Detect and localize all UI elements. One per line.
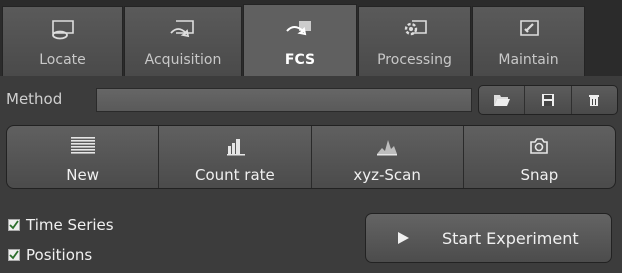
processing-icon [404, 20, 427, 36]
trash-icon [589, 95, 600, 106]
maintain-icon [519, 20, 539, 36]
xyz-scan-label: xyz-Scan [353, 166, 421, 184]
camera-icon [530, 138, 549, 154]
tab-acquisition[interactable]: Acquisition [124, 6, 242, 76]
tab-bar: Locate Acquisition FCS Processing Mainta… [0, 0, 622, 76]
tab-locate[interactable]: Locate [2, 6, 123, 76]
save-method-button[interactable] [525, 86, 572, 114]
fcs-icon [286, 21, 311, 36]
tab-processing[interactable]: Processing [358, 6, 471, 76]
tab-label: Acquisition [144, 52, 222, 68]
snap-label: Snap [520, 166, 559, 184]
play-icon [398, 232, 409, 244]
count-rate-button[interactable]: Count rate [159, 126, 312, 188]
check-icon [9, 250, 19, 260]
fcs-panel: Locate Acquisition FCS Processing Mainta… [0, 0, 622, 273]
tab-label: FCS [284, 52, 316, 68]
positions-checkbox[interactable]: Positions [8, 246, 92, 264]
tab-label: Processing [377, 52, 452, 68]
time-series-label: Time Series [26, 216, 114, 234]
new-lines-icon [70, 137, 95, 154]
folder-open-icon [493, 95, 510, 106]
checkbox-box[interactable] [8, 219, 20, 231]
tab-maintain[interactable]: Maintain [472, 6, 585, 76]
count-rate-label: Count rate [194, 166, 275, 184]
time-series-checkbox[interactable]: Time Series [8, 216, 114, 234]
open-method-button[interactable] [479, 86, 526, 114]
method-field[interactable] [96, 88, 472, 112]
bar-chart-icon [226, 139, 245, 156]
method-label: Method [6, 90, 63, 108]
tab-label: Maintain [498, 52, 559, 68]
check-icon [9, 220, 19, 230]
acquisition-icon [170, 20, 194, 38]
snap-button[interactable]: Snap [464, 126, 615, 188]
locate-icon [51, 20, 74, 40]
new-label: New [66, 166, 99, 184]
start-experiment-label: Start Experiment [442, 229, 579, 248]
positions-label: Positions [26, 246, 93, 264]
xyz-scan-button[interactable]: xyz-Scan [312, 126, 464, 188]
new-button[interactable]: New [7, 126, 160, 188]
scan-peak-icon [377, 140, 398, 156]
save-icon [541, 94, 554, 106]
start-experiment-button[interactable]: Start Experiment [365, 213, 612, 263]
action-button-group: New Count rate xyz-Scan Snap [6, 125, 616, 189]
method-file-buttons [478, 85, 618, 115]
checkbox-box[interactable] [8, 249, 20, 261]
tab-fcs[interactable]: FCS [243, 4, 357, 76]
tab-label: Locate [39, 52, 86, 68]
delete-method-button[interactable] [572, 86, 617, 114]
